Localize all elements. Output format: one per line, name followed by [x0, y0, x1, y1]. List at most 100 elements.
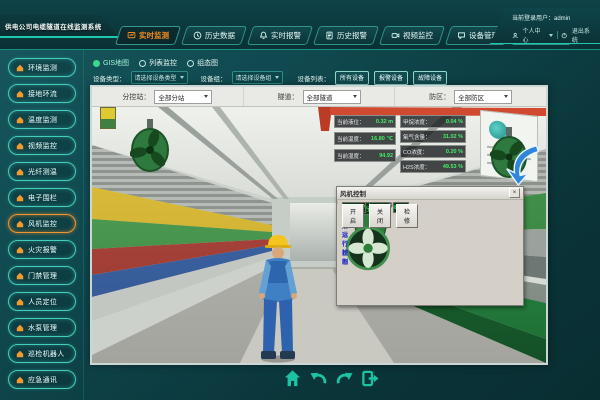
- sidebar-item-ground-current[interactable]: 接地环流: [8, 84, 76, 103]
- sidebar-item-env-monitor[interactable]: 环境监测: [8, 58, 76, 77]
- zone-filter-group: 防区： 全部防区: [395, 87, 546, 106]
- station-select[interactable]: 全部分站: [154, 90, 212, 104]
- radio-icon: [187, 60, 194, 67]
- bell-icon: [259, 31, 268, 40]
- sidebar-item-fire-alarm[interactable]: 火灾报警: [8, 240, 76, 259]
- sidebar-item-video[interactable]: 视频监控: [8, 136, 76, 155]
- device-toolbar: 设备类型： 请选择设备类型 设备组： 请选择设备组 设备列表： 所有设备 报警设…: [93, 71, 447, 84]
- telemetry-left-column: 当前液位：0.32 m 当前温度：16.80 ℃ 当前湿度：94.92: [334, 115, 396, 162]
- top-bar: 供电公司电缆隧道在线监测系统 实时监测 历史数据 实时报警 历史报警 视频监控: [0, 0, 600, 50]
- view-mode-row: GIS地图 列表监控 组态图: [93, 58, 218, 68]
- tab-label: 实时报警: [271, 30, 301, 41]
- tab-label: 历史报警: [337, 30, 367, 41]
- camera-icon: [391, 31, 400, 40]
- house-icon: [16, 194, 24, 202]
- tunnel-filter-group: 隧道： 全部隧道: [244, 87, 396, 106]
- fan-maintenance-button[interactable]: 检修: [396, 204, 418, 228]
- device-group-select[interactable]: 请选择设备组: [232, 71, 283, 84]
- house-icon: [16, 168, 24, 176]
- tab-video-monitor[interactable]: 视频监控: [379, 26, 445, 45]
- logout-link[interactable]: 退出系统: [572, 26, 594, 44]
- tunnel-select[interactable]: 全部隧道: [303, 90, 361, 104]
- tunnel-3d-scene[interactable]: 当前液位：0.32 m 当前温度：16.80 ℃ 当前湿度：94.92 甲烷浓度…: [92, 107, 546, 363]
- monitor-icon: [127, 31, 136, 40]
- blue-arrow-icon[interactable]: [502, 141, 546, 187]
- fan-start-button[interactable]: 开启: [342, 204, 364, 228]
- tab-label: 实时监测: [139, 30, 169, 41]
- forward-icon[interactable]: [335, 369, 354, 388]
- sidebar-item-personnel[interactable]: 人员定位: [8, 292, 76, 311]
- house-icon: [16, 376, 24, 384]
- house-icon: [16, 350, 24, 358]
- house-icon: [16, 220, 24, 228]
- footer-nav: [283, 369, 380, 388]
- chevron-down-icon: [204, 95, 208, 98]
- dialog-title: 风机控制: [340, 188, 366, 198]
- sidebar-item-emergency-comm[interactable]: 应急通讯: [8, 370, 76, 389]
- dialog-status-pane: 排风扇运行状态 运行模式 运行状态 故障状态 自动 运行 正常 电压: [337, 200, 346, 204]
- tab-label: 视频监控: [403, 30, 433, 41]
- close-icon[interactable]: ×: [509, 188, 520, 198]
- telemetry-row: H2S浓度：49.53 %: [400, 160, 466, 173]
- tunnel-label: 隧道：: [278, 92, 299, 102]
- app-title: 供电公司电缆隧道在线监测系统: [5, 21, 102, 31]
- sidebar-item-fan-monitor[interactable]: 风机监控: [8, 214, 76, 233]
- radio-icon: [93, 60, 100, 67]
- sidebar-item-pump[interactable]: 水泵管理: [8, 318, 76, 337]
- house-icon: [16, 324, 24, 332]
- telemetry-row: 当前液位：0.32 m: [334, 115, 396, 128]
- house-icon: [16, 64, 24, 72]
- chevron-down-icon: [549, 34, 553, 37]
- house-icon: [16, 272, 24, 280]
- telemetry-row: 甲烷浓度：0.04 %: [400, 115, 466, 128]
- station-label: 分控站：: [122, 92, 150, 102]
- zone-select[interactable]: 全部防区: [454, 90, 512, 104]
- tab-realtime-alarm[interactable]: 实时报警: [247, 26, 313, 45]
- station-filter-group: 分控站： 全部分站: [92, 87, 244, 106]
- telemetry-row: 当前温度：16.80 ℃: [334, 132, 396, 145]
- all-devices-button[interactable]: 所有设备: [335, 71, 369, 85]
- radio-list-monitor[interactable]: 列表监控: [139, 58, 177, 68]
- document-icon: [325, 31, 334, 40]
- chevron-down-icon: [275, 76, 279, 79]
- tunnel-view-panel: 分控站： 全部分站 隧道： 全部隧道 防区： 全部防区: [90, 85, 548, 365]
- chevron-down-icon: [180, 76, 184, 79]
- tab-realtime-monitor[interactable]: 实时监测: [115, 26, 181, 45]
- sidebar-item-fiber-temp[interactable]: 光纤测温: [8, 162, 76, 181]
- filter-bar: 分控站： 全部分站 隧道： 全部隧道 防区： 全部防区: [92, 87, 546, 107]
- sidebar-item-access-control[interactable]: 门禁管理: [8, 266, 76, 285]
- radio-scada-view[interactable]: 组态图: [187, 58, 218, 68]
- power-icon: [561, 32, 567, 39]
- fault-devices-button[interactable]: 故障设备: [413, 71, 447, 85]
- app-root: 供电公司电缆隧道在线监测系统 实时监测 历史数据 实时报警 历史报警 视频监控: [0, 0, 600, 400]
- tab-history-alarm[interactable]: 历史报警: [313, 26, 379, 45]
- exit-icon[interactable]: [361, 369, 380, 388]
- sidebar-item-robot[interactable]: 巡检机器人: [8, 344, 76, 363]
- zone-label: 防区：: [429, 92, 450, 102]
- radio-gis-map[interactable]: GIS地图: [93, 58, 129, 68]
- sidebar-item-efence[interactable]: 电子围栏: [8, 188, 76, 207]
- person-icon: [512, 32, 518, 39]
- logged-in-user: 当前登录用户：admin: [512, 13, 594, 22]
- house-icon: [16, 90, 24, 98]
- tab-history-data[interactable]: 历史数据: [181, 26, 247, 45]
- back-icon[interactable]: [309, 369, 328, 388]
- fan-control-dialog: 风机控制 × 50#: [336, 186, 524, 306]
- user-center-link[interactable]: 个人中心: [522, 26, 544, 44]
- clock-icon: [193, 31, 202, 40]
- house-icon: [16, 246, 24, 254]
- device-type-select[interactable]: 请选择设备类型: [131, 71, 188, 84]
- radio-icon: [139, 60, 146, 67]
- ceiling-fan[interactable]: [130, 119, 170, 173]
- app-title-plate: 供电公司电缆隧道在线监测系统: [0, 15, 120, 38]
- dialog-title-bar[interactable]: 风机控制 ×: [337, 187, 523, 200]
- fan-stop-button[interactable]: 关闭: [369, 204, 391, 228]
- house-icon: [16, 298, 24, 306]
- home-icon[interactable]: [283, 369, 302, 388]
- sidebar-item-temperature[interactable]: 温度监测: [8, 110, 76, 129]
- divider: [557, 31, 558, 39]
- telemetry-row: 氧气含量：31.02 %: [400, 130, 466, 143]
- telemetry-row: CO浓度：0.20 %: [400, 145, 466, 158]
- alarm-devices-button[interactable]: 报警设备: [374, 71, 408, 85]
- device-type-label: 设备类型：: [93, 73, 126, 83]
